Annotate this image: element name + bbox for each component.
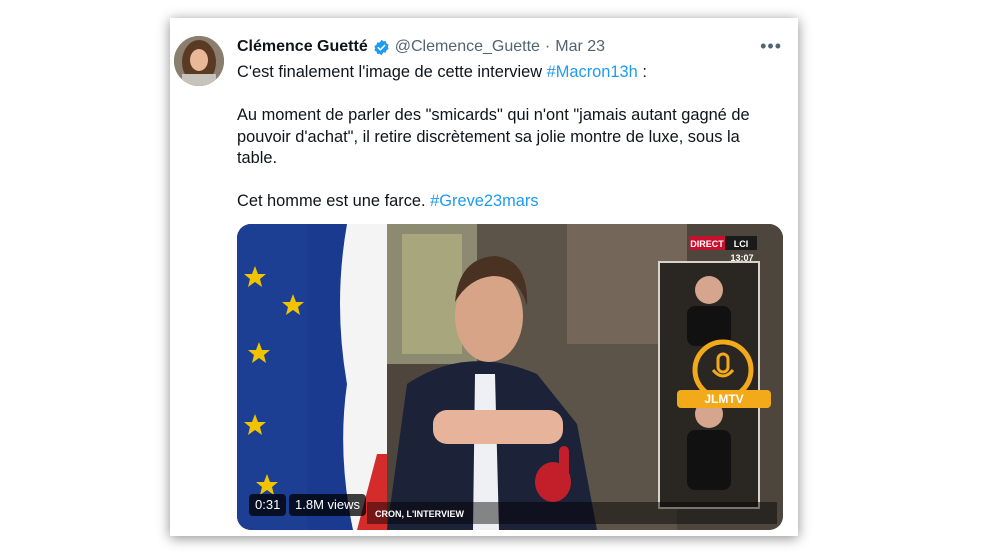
broadcast-caption: CRON, L'INTERVIEW: [375, 509, 464, 519]
watermark-label: JLMTV: [704, 392, 743, 406]
video-player[interactable]: JLMTV DIRECT LCI 13:07 CRON, L'INTERVIEW…: [237, 224, 783, 530]
broadcast-time: 13:07: [730, 253, 753, 263]
author-name[interactable]: Clémence Guetté: [237, 38, 368, 56]
tweet-date[interactable]: Mar 23: [555, 38, 605, 56]
channel-label: LCI: [734, 239, 749, 249]
broadcast-badge: DIRECT: [690, 239, 724, 249]
line1-text: C'est finalement l'image de cette interv…: [237, 63, 547, 81]
hashtag-macron13h[interactable]: #Macron13h: [547, 63, 638, 81]
more-options-icon[interactable]: •••: [760, 37, 782, 55]
tweet-card[interactable]: Clémence Guetté @Clemence_Guette · Mar 2…: [170, 18, 798, 536]
tweet-header: Clémence Guetté @Clemence_Guette · Mar 2…: [237, 37, 605, 57]
video-frame: JLMTV DIRECT LCI 13:07 CRON, L'INTERVIEW: [237, 224, 783, 530]
author-handle[interactable]: @Clemence_Guette: [395, 38, 540, 56]
line3-text: Cet homme est une farce.: [237, 192, 431, 210]
tweet-line-3: Cet homme est une farce. #Greve23mars: [237, 191, 777, 213]
separator-dot: ·: [544, 38, 551, 55]
verified-badge-icon: [374, 39, 389, 55]
hashtag-greve23mars[interactable]: #Greve23mars: [430, 192, 538, 210]
tweet-paragraph-2: Au moment de parler des "smicards" qui n…: [237, 106, 750, 167]
video-duration: 0:31: [249, 494, 287, 516]
video-views: 1.8M views: [289, 494, 367, 516]
avatar[interactable]: [174, 36, 224, 86]
line1-suffix: :: [637, 63, 647, 81]
tweet-text: C'est finalement l'image de cette interv…: [237, 62, 777, 234]
tweet-line-1: C'est finalement l'image de cette interv…: [237, 62, 777, 84]
